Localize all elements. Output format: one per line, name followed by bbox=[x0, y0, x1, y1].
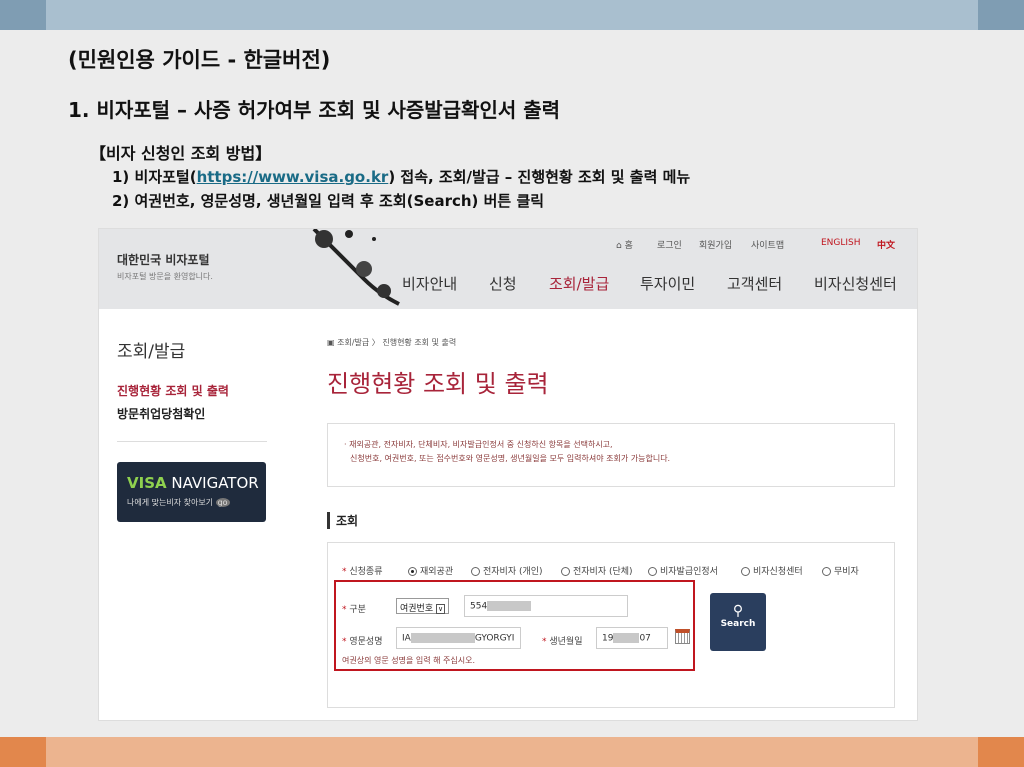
kind-select[interactable]: 여권번호 ∨ bbox=[396, 598, 450, 614]
english-link[interactable]: ENGLISH bbox=[821, 238, 861, 248]
site-tagline: 비자포털 방문을 환영합니다. bbox=[117, 272, 213, 281]
radio-visa-free[interactable]: 무비자 bbox=[822, 564, 859, 577]
side-item-lottery[interactable]: 방문취업당첨확인 bbox=[117, 405, 205, 422]
birthdate-input[interactable]: 19 07 bbox=[596, 627, 668, 649]
name-input[interactable]: IA GYORGYI bbox=[396, 627, 521, 649]
slide-subheading: 【비자 신청인 조회 방법】 bbox=[90, 144, 272, 163]
side-item-status[interactable]: 진행현황 조회 및 출력 bbox=[117, 382, 229, 399]
top-band bbox=[0, 0, 1024, 30]
ink-painting-decoration bbox=[312, 229, 400, 306]
step-1-pre: 1) 비자포털( bbox=[112, 168, 197, 186]
radio-embassy[interactable]: 재외공관 bbox=[408, 564, 453, 577]
home-icon: ▣ bbox=[327, 338, 335, 347]
visa-portal-screenshot: 대한민국 비자포털 비자포털 방문을 환영합니다. ⌂ 홈 로그인 회원가입 사… bbox=[98, 228, 918, 721]
sitemap-link[interactable]: 사이트맵 bbox=[751, 238, 784, 251]
breadcrumb-item[interactable]: 조회/발급 bbox=[337, 338, 369, 347]
notice-line: · 재외공관, 전자비자, 단체비자, 비자발급인정서 중 신청하신 항목을 선… bbox=[344, 440, 613, 449]
slide-heading: 1. 비자포털 – 사증 허가여부 조회 및 사증발급확인서 출력 bbox=[68, 98, 561, 122]
bottom-band bbox=[0, 737, 1024, 767]
breadcrumb: ▣ 조회/발급 〉 진행현황 조회 및 출력 bbox=[327, 338, 457, 347]
section-title: 조회 bbox=[327, 512, 358, 529]
nav-visa-info[interactable]: 비자안내 bbox=[402, 273, 457, 294]
nav-visa-center[interactable]: 비자신청센터 bbox=[814, 273, 897, 294]
kind-label: 구분 bbox=[349, 605, 366, 615]
radio-evisa-individual[interactable]: 전자비자 (개인) bbox=[471, 564, 543, 577]
birth-label: 생년월일 bbox=[549, 637, 583, 647]
chinese-link[interactable]: 中文 bbox=[877, 238, 895, 251]
side-title: 조회/발급 bbox=[117, 342, 186, 362]
name-label: 영문성명 bbox=[349, 637, 383, 647]
name-hint: 여권상의 영문 성명을 입력 해 주십시오. bbox=[342, 656, 476, 665]
site-logo[interactable]: 대한민국 비자포털 bbox=[117, 251, 210, 268]
step-1: 1) 비자포털(https://www.visa.go.kr) 접속, 조회/발… bbox=[112, 166, 690, 187]
signup-link[interactable]: 회원가입 bbox=[699, 238, 732, 251]
nav-investment[interactable]: 투자이민 bbox=[640, 273, 695, 294]
visa-nav-sub: 나에게 맞는비자 찾아보기 bbox=[127, 498, 214, 507]
home-icon: ⌂ bbox=[616, 241, 622, 251]
calendar-icon[interactable] bbox=[675, 629, 690, 644]
radio-evisa-group[interactable]: 전자비자 (단체) bbox=[561, 564, 633, 577]
nav-support[interactable]: 고객센터 bbox=[727, 273, 782, 294]
step-2: 2) 여권번호, 영문성명, 생년월일 입력 후 조회(Search) 버튼 클… bbox=[112, 192, 545, 210]
chevron-down-icon: ∨ bbox=[436, 604, 446, 614]
visa-navigator-banner[interactable]: VISA NAVIGATOR 나에게 맞는비자 찾아보기 go bbox=[117, 462, 266, 522]
visa-portal-link[interactable]: https://www.visa.go.kr bbox=[197, 168, 389, 186]
page-title: 진행현황 조회 및 출력 bbox=[327, 370, 549, 398]
login-link[interactable]: 로그인 bbox=[657, 238, 682, 251]
site-header: 대한민국 비자포털 비자포털 방문을 환영합니다. ⌂ 홈 로그인 회원가입 사… bbox=[99, 229, 917, 309]
search-button[interactable]: ⚲ Search bbox=[710, 593, 766, 651]
visa-nav-bold: VISA bbox=[127, 474, 167, 492]
breadcrumb-current: 진행현황 조회 및 출력 bbox=[382, 338, 457, 347]
home-link[interactable]: ⌂ 홈 bbox=[616, 238, 633, 251]
nav-inquiry[interactable]: 조회/발급 bbox=[549, 273, 609, 294]
slide-title: (민원인용 가이드 - 한글버전) bbox=[68, 48, 331, 72]
notice-line: 신청번호, 여권번호, 또는 접수번호와 영문성명, 생년월일을 모두 입력하셔… bbox=[350, 454, 671, 463]
divider bbox=[117, 441, 267, 442]
radio-visa-center[interactable]: 비자신청센터 bbox=[741, 564, 803, 577]
search-form: * 신청종류 재외공관 전자비자 (개인) 전자비자 (단체) 비자발급인정서 … bbox=[327, 542, 895, 708]
type-label: 신청종류 bbox=[349, 567, 383, 577]
visa-nav-rest: NAVIGATOR bbox=[166, 474, 259, 492]
nav-apply[interactable]: 신청 bbox=[489, 273, 517, 294]
step-1-post: ) 접속, 조회/발급 – 진행현황 조회 및 출력 메뉴 bbox=[388, 168, 691, 186]
search-icon: ⚲ bbox=[732, 603, 744, 619]
passport-input[interactable]: 554 bbox=[464, 595, 628, 617]
go-badge: go bbox=[215, 498, 230, 507]
notice-box: · 재외공관, 전자비자, 단체비자, 비자발급인정서 중 신청하신 항목을 선… bbox=[327, 423, 895, 487]
radio-certificate[interactable]: 비자발급인정서 bbox=[648, 564, 718, 577]
